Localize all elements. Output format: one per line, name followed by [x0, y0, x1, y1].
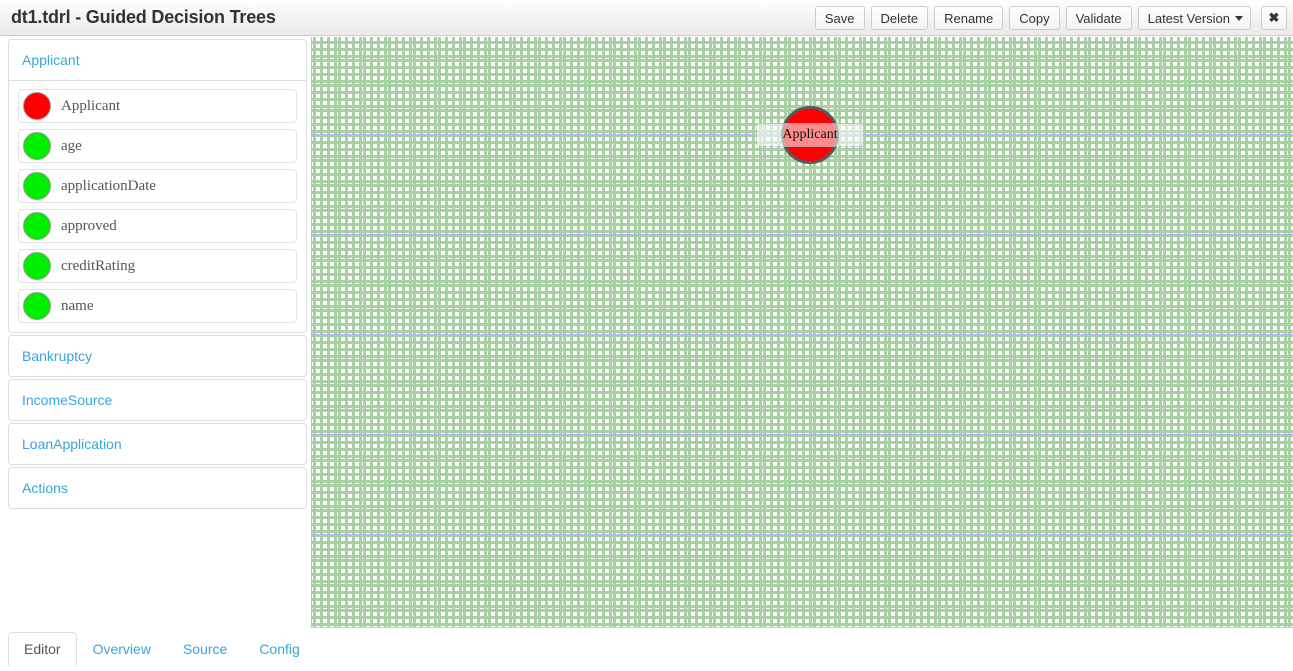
tab-label: Source — [183, 641, 227, 657]
accordion-title: Applicant — [22, 52, 80, 68]
delete-button[interactable]: Delete — [871, 6, 929, 30]
accordion-header-applicant[interactable]: Applicant — [9, 40, 306, 80]
list-item-label: Applicant — [61, 98, 120, 115]
tab-source[interactable]: Source — [167, 632, 243, 666]
list-item[interactable]: age — [18, 129, 297, 163]
accordion-body: Applicant age applicationDate approved credi… — [9, 80, 306, 332]
save-button[interactable]: Save — [815, 6, 865, 30]
accordion-title: Actions — [22, 480, 68, 496]
accordion-title: IncomeSource — [22, 392, 112, 408]
header-toolbar: Save Delete Rename Copy Validate Latest … — [815, 6, 1287, 30]
list-item[interactable]: applicationDate — [18, 169, 297, 203]
model-elements-sidebar: Applicant Applicant age applicationDate appr… — [8, 39, 307, 511]
list-item[interactable]: creditRating — [18, 249, 297, 283]
list-item[interactable]: Applicant — [18, 89, 297, 123]
tab-label: Editor — [24, 641, 61, 657]
tab-editor[interactable]: Editor — [8, 632, 77, 666]
node-type-circle-icon — [23, 172, 51, 200]
accordion-title: LoanApplication — [22, 436, 122, 452]
validate-button[interactable]: Validate — [1066, 6, 1132, 30]
version-dropdown-button[interactable]: Latest Version — [1138, 6, 1251, 30]
editor-tabbar: Editor Overview Source Config — [0, 628, 1293, 671]
close-icon: ✖ — [1269, 10, 1280, 26]
accordion-panel-loanapplication: LoanApplication — [8, 423, 307, 465]
list-item[interactable]: name — [18, 289, 297, 323]
accordion-panel-applicant: Applicant Applicant age applicationDate appr… — [8, 39, 307, 333]
tree-node-label: Applicant — [782, 127, 837, 143]
accordion-panel-actions: Actions — [8, 467, 307, 509]
chevron-down-icon — [1235, 16, 1243, 21]
rename-button[interactable]: Rename — [934, 6, 1003, 30]
list-item[interactable]: approved — [18, 209, 297, 243]
copy-button[interactable]: Copy — [1009, 6, 1059, 30]
tab-label: Overview — [93, 641, 151, 657]
accordion-panel-bankruptcy: Bankruptcy — [8, 335, 307, 377]
node-type-circle-icon — [23, 212, 51, 240]
tab-label: Config — [259, 641, 299, 657]
version-dropdown-label: Latest Version — [1148, 11, 1230, 26]
list-item-label: applicationDate — [61, 178, 156, 195]
tree-node-applicant[interactable]: Applicant — [781, 106, 839, 164]
list-item-label: name — [61, 298, 93, 315]
decision-tree-canvas[interactable]: Applicant — [311, 37, 1293, 628]
node-type-circle-icon — [23, 292, 51, 320]
accordion-header-actions[interactable]: Actions — [9, 468, 306, 508]
list-item-label: age — [61, 138, 82, 155]
accordion-title: Bankruptcy — [22, 348, 92, 364]
node-type-circle-icon — [23, 132, 51, 160]
tab-list: Editor Overview Source Config — [8, 628, 316, 666]
accordion-panel-incomesource: IncomeSource — [8, 379, 307, 421]
close-button[interactable]: ✖ — [1261, 6, 1287, 30]
tab-overview[interactable]: Overview — [77, 632, 167, 666]
accordion-header-loanapplication[interactable]: LoanApplication — [9, 424, 306, 464]
page-title: dt1.tdrl - Guided Decision Trees — [11, 7, 276, 28]
editor-header: dt1.tdrl - Guided Decision Trees Save De… — [0, 0, 1293, 36]
accordion-header-incomesource[interactable]: IncomeSource — [9, 380, 306, 420]
node-type-circle-icon — [23, 252, 51, 280]
accordion-header-bankruptcy[interactable]: Bankruptcy — [9, 336, 306, 376]
list-item-label: creditRating — [61, 258, 135, 275]
node-type-circle-icon — [23, 92, 51, 120]
list-item-label: approved — [61, 218, 117, 235]
tab-config[interactable]: Config — [243, 632, 315, 666]
